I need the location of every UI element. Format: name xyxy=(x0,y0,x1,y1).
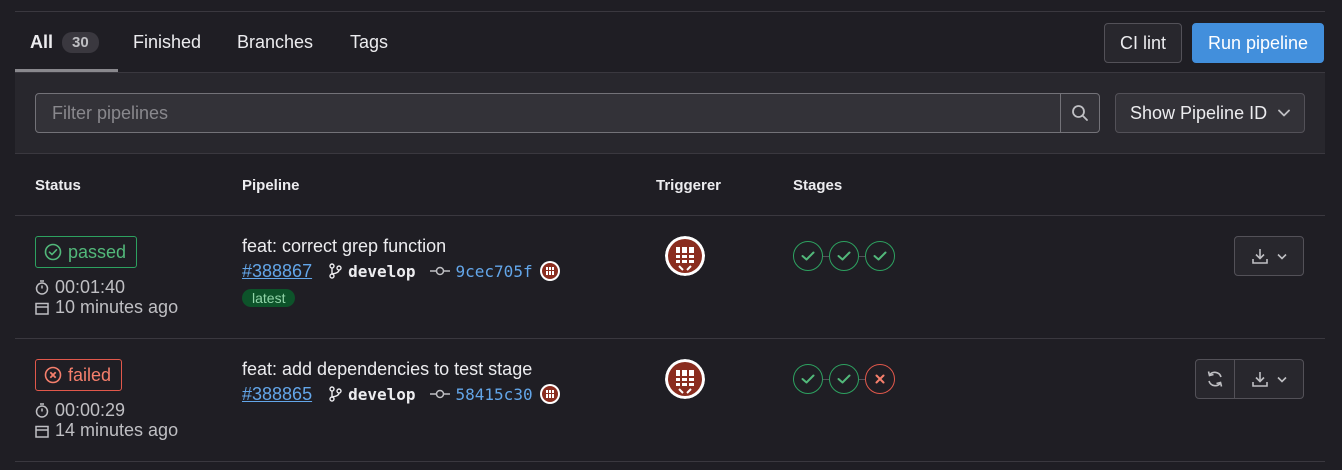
chevron-down-icon xyxy=(1278,109,1290,117)
check-icon xyxy=(837,374,851,384)
pipeline-stages xyxy=(793,364,895,394)
column-stages: Stages xyxy=(793,176,843,194)
latest-badge: latest xyxy=(242,289,296,307)
finished-time: 14 minutes ago xyxy=(35,420,178,441)
dropdown-label: Show Pipeline ID xyxy=(1130,102,1268,123)
commit-icon xyxy=(429,266,450,276)
check-icon xyxy=(837,251,851,261)
calendar-icon xyxy=(35,302,49,315)
status-label: passed xyxy=(68,241,127,262)
close-icon xyxy=(875,374,885,384)
avatar[interactable] xyxy=(539,261,560,281)
pipeline-refs: #388865 develop 58415c30 xyxy=(242,382,560,406)
duration: 00:01:40 xyxy=(35,277,125,298)
status-badge[interactable]: failed xyxy=(35,359,123,391)
download-artifacts-button[interactable] xyxy=(1234,236,1304,276)
retry-button[interactable] xyxy=(1195,359,1235,399)
avatar xyxy=(665,359,705,399)
pipeline-title: feat: correct grep function xyxy=(242,236,447,256)
table-header: Status Pipeline Triggerer Stages xyxy=(15,155,1325,216)
run-pipeline-label: Run pipeline xyxy=(1207,32,1309,53)
timer-icon xyxy=(35,280,49,295)
finished-time: 10 minutes ago xyxy=(35,297,178,318)
column-status: Status xyxy=(35,176,81,194)
retry-icon xyxy=(1207,371,1223,387)
pipelines-page: All 30 Finished Branches Tags CI lint Ru… xyxy=(15,0,1325,470)
commit-icon xyxy=(429,389,450,399)
check-circle-icon xyxy=(44,243,62,261)
pipeline-tabs: All 30 Finished Branches Tags CI lint Ru… xyxy=(15,12,1325,73)
active-tab-indicator xyxy=(15,69,118,72)
triggerer-avatar[interactable] xyxy=(665,236,705,276)
table-row: passed 00:01:40 10 minutes ago feat: cor… xyxy=(15,216,1325,339)
finished-text: 14 minutes ago xyxy=(55,420,179,440)
triggerer-avatar[interactable] xyxy=(665,359,705,399)
download-artifacts-button[interactable] xyxy=(1234,359,1304,399)
search-icon xyxy=(1072,105,1088,121)
column-triggerer: Triggerer xyxy=(656,176,722,194)
pipeline-refs: #388867 develop 9cec705f xyxy=(242,259,560,283)
tab-finished[interactable]: Finished xyxy=(133,12,201,72)
search-button[interactable] xyxy=(1060,93,1100,133)
download-icon xyxy=(1252,249,1268,264)
calendar-icon xyxy=(35,425,49,438)
ci-lint-button[interactable]: CI lint xyxy=(1104,23,1182,63)
show-pipeline-id-dropdown[interactable]: Show Pipeline ID xyxy=(1115,93,1305,133)
timer-icon xyxy=(35,403,49,418)
commit-sha-link[interactable]: 9cec705f xyxy=(456,262,533,281)
tab-tags[interactable]: Tags xyxy=(350,12,388,72)
commit-sha-link[interactable]: 58415c30 xyxy=(456,385,533,404)
run-pipeline-button[interactable]: Run pipeline xyxy=(1192,23,1324,63)
check-icon xyxy=(873,251,887,261)
check-icon xyxy=(801,251,815,261)
tab-all-label: All xyxy=(30,31,54,52)
tab-branches[interactable]: Branches xyxy=(237,12,313,72)
download-icon xyxy=(1252,372,1268,387)
table-row: failed 00:00:29 14 minutes ago feat: add… xyxy=(15,339,1325,462)
pipeline-id-link[interactable]: #388867 xyxy=(242,261,312,282)
ci-lint-label: CI lint xyxy=(1119,32,1166,53)
branch-link[interactable]: develop xyxy=(348,262,415,281)
duration-text: 00:01:40 xyxy=(55,277,126,297)
duration-text: 00:00:29 xyxy=(55,400,126,420)
pipeline-id-link[interactable]: #388865 xyxy=(242,384,312,405)
avatar[interactable] xyxy=(539,384,560,404)
branch-link[interactable]: develop xyxy=(348,385,415,404)
stage-deploy[interactable] xyxy=(865,241,895,271)
filter-pipelines-input[interactable] xyxy=(35,93,1061,133)
filter-bar: Show Pipeline ID xyxy=(15,73,1325,154)
stage-test[interactable] xyxy=(829,241,859,271)
finished-text: 10 minutes ago xyxy=(55,297,179,317)
tab-finished-label: Finished xyxy=(133,31,202,52)
pipeline-stages xyxy=(793,241,895,271)
check-icon xyxy=(801,374,815,384)
tab-all-count: 30 xyxy=(62,31,99,53)
stage-build[interactable] xyxy=(793,364,823,394)
branch-icon xyxy=(329,386,342,402)
stage-deploy[interactable] xyxy=(865,364,895,394)
chevron-down-icon xyxy=(1277,376,1287,383)
x-circle-icon xyxy=(44,366,62,384)
pipeline-title: feat: add dependencies to test stage xyxy=(242,359,533,379)
status-badge[interactable]: passed xyxy=(35,236,138,268)
duration: 00:00:29 xyxy=(35,400,125,421)
stage-build[interactable] xyxy=(793,241,823,271)
branch-icon xyxy=(329,263,342,279)
chevron-down-icon xyxy=(1277,253,1287,260)
tab-tags-label: Tags xyxy=(350,31,389,52)
column-pipeline: Pipeline xyxy=(242,176,300,194)
tab-all[interactable]: All 30 xyxy=(30,12,99,72)
stage-test[interactable] xyxy=(829,364,859,394)
tab-branches-label: Branches xyxy=(237,31,314,52)
status-label: failed xyxy=(68,364,112,385)
avatar xyxy=(665,236,705,276)
